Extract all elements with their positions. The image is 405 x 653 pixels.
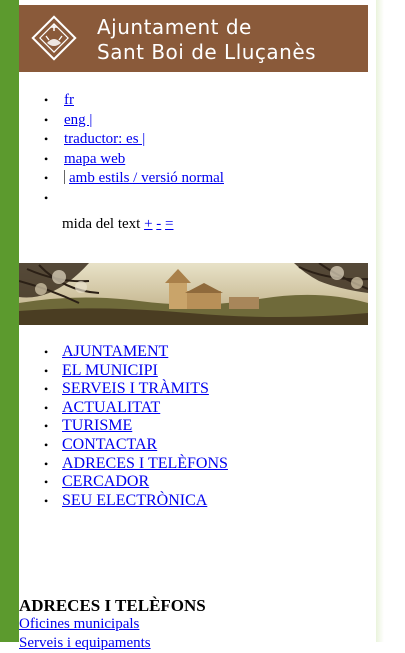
town-banner-image <box>19 263 368 325</box>
nav-item-serveis: SERVEIS I TRÀMITS <box>44 380 228 399</box>
nav-link-municipi[interactable]: EL MUNICIPI <box>62 362 158 379</box>
left-green-bar <box>0 0 19 642</box>
site-title-line1: Ajuntament de <box>97 15 252 39</box>
nav-item-adreces: ADRECES I TELÈFONS <box>44 455 228 474</box>
text-size-label: mida del text <box>62 216 141 232</box>
coat-of-arms-icon <box>31 15 77 61</box>
lang-item-fr: fr <box>44 91 224 111</box>
services-link[interactable]: Serveis i equipaments <box>19 635 151 651</box>
lang-link-eng[interactable]: eng | <box>64 112 92 128</box>
nav-item-turisme: TURISME <box>44 417 228 436</box>
section-links: Oficines municipals Serveis i equipament… <box>19 615 151 653</box>
text-size-control: mida del text + - = <box>62 216 174 233</box>
language-menu: fr eng | traductor: es | mapa web amb es… <box>44 91 224 208</box>
site-header[interactable]: Ajuntament de Sant Boi de Lluçanès <box>19 5 368 72</box>
nav-item-seu: SEU ELECTRÒNICA <box>44 492 228 511</box>
section-heading: ADRECES I TELÈFONS <box>19 596 206 615</box>
nav-link-cercador[interactable]: CERCADOR <box>62 473 149 490</box>
lang-item-empty <box>44 189 224 209</box>
nav-link-ajuntament[interactable]: AJUNTAMENT <box>62 343 168 360</box>
nav-item-actualitat: ACTUALITAT <box>44 399 228 418</box>
nav-item-cercador: CERCADOR <box>44 473 228 492</box>
nav-link-serveis[interactable]: SERVEIS I TRÀMITS <box>62 380 209 397</box>
lang-item-eng: eng | <box>44 111 224 131</box>
nav-link-adreces[interactable]: ADRECES I TELÈFONS <box>62 455 228 472</box>
nav-link-actualitat[interactable]: ACTUALITAT <box>62 399 160 416</box>
right-decorative-strip <box>368 0 405 642</box>
offices-link[interactable]: Oficines municipals <box>19 616 139 632</box>
separator-bar <box>64 170 65 184</box>
site-title: Ajuntament de Sant Boi de Lluçanès <box>97 15 316 65</box>
nav-link-seu[interactable]: SEU ELECTRÒNICA <box>62 492 207 509</box>
nav-item-ajuntament: AJUNTAMENT <box>44 343 228 362</box>
sitemap-link[interactable]: mapa web <box>64 151 125 167</box>
decrease-text-button[interactable]: - <box>156 216 161 232</box>
nav-link-turisme[interactable]: TURISME <box>62 417 132 434</box>
translator-link[interactable]: traductor: es | <box>64 131 145 147</box>
lang-link-fr[interactable]: fr <box>64 92 74 108</box>
reset-text-button[interactable]: = <box>165 216 173 232</box>
nav-item-municipi: EL MUNICIPI <box>44 362 228 381</box>
banner-photo <box>19 263 368 325</box>
nav-link-contactar[interactable]: CONTACTAR <box>62 436 157 453</box>
nav-item-contactar: CONTACTAR <box>44 436 228 455</box>
lang-item-styles: amb estils / versió normal <box>44 169 224 189</box>
lang-item-translator: traductor: es | <box>44 130 224 150</box>
main-navigation: AJUNTAMENT EL MUNICIPI SERVEIS I TRÀMITS… <box>44 343 228 510</box>
lang-item-sitemap: mapa web <box>44 150 224 170</box>
site-title-line2: Sant Boi de Lluçanès <box>97 40 317 64</box>
styles-toggle-link[interactable]: amb estils / versió normal <box>69 170 224 186</box>
increase-text-button[interactable]: + <box>144 216 152 232</box>
